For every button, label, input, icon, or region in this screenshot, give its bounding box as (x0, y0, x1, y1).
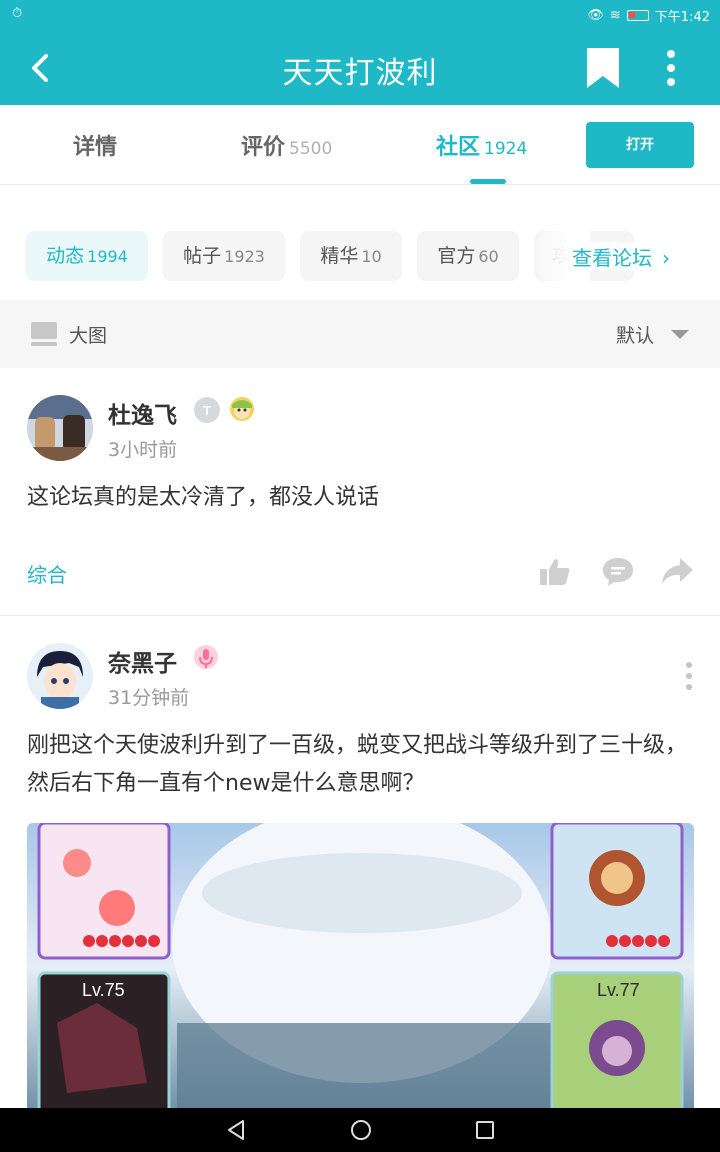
chip-featured[interactable]: 精华 10 (300, 231, 402, 281)
monster-level-right: Lv.77 (597, 980, 640, 1000)
post-body[interactable]: 这论坛真的是太冷清了，都没人说话 (27, 479, 694, 517)
status-icons: 👁 ≋ 下午1:42 (587, 6, 710, 25)
microphone-badge-icon (194, 645, 218, 669)
status-bar: ⏱ 👁 ≋ 下午1:42 (0, 0, 720, 30)
chip-activity[interactable]: 动态 1994 (26, 231, 148, 281)
post-timestamp: 31分钟前 (108, 687, 190, 709)
view-forum-link[interactable]: 查看论坛 › (572, 242, 670, 271)
nav-back-icon[interactable] (225, 1118, 249, 1142)
avatar[interactable] (27, 395, 93, 461)
sort-order-select[interactable]: 默认 (616, 321, 654, 348)
layout-label[interactable]: 大图 (69, 321, 107, 348)
open-app-button[interactable]: 打开 (586, 122, 694, 168)
share-icon[interactable] (660, 556, 694, 586)
post-timestamp: 3小时前 (108, 439, 178, 461)
level-badge-icon: T (194, 397, 220, 423)
active-tab-indicator (470, 179, 506, 184)
battery-icon (626, 10, 649, 21)
sort-bar: 大图 默认 (0, 300, 720, 368)
eye-icon: 👁 (587, 8, 604, 23)
svg-text:T: T (203, 403, 211, 418)
nav-home-icon[interactable] (349, 1118, 373, 1142)
post-username[interactable]: 奈黑子 (108, 644, 177, 678)
thumbs-up-icon[interactable] (538, 557, 572, 587)
post-card[interactable]: 杜逸飞 T 3小时前 这论坛真的是太冷清了，都没人说话 综合 (0, 368, 720, 616)
chip-posts[interactable]: 帖子 1923 (163, 231, 285, 281)
post-username[interactable]: 杜逸飞 (108, 396, 177, 430)
character-badge-icon (230, 397, 254, 421)
alarm-icon: ⏱ (12, 6, 23, 21)
tab-reviews[interactable]: 评价 5500 (241, 129, 332, 161)
post-body[interactable]: 刚把这个天使波利升到了一百级，蜕变又把战斗等级升到了三十级，然后右下角一直有个n… (27, 727, 694, 803)
more-options-icon[interactable] (656, 46, 686, 90)
chevron-right-icon: › (662, 246, 670, 270)
filter-chip-row: 动态1994 帖子1923 精华10 官方60 攻 查看论坛› (0, 230, 720, 282)
post-more-icon[interactable] (674, 661, 704, 691)
tab-row: 详情 评价 5500 社区 1924 打开 (0, 105, 720, 185)
system-nav-bar (0, 1108, 720, 1152)
nav-recents-icon[interactable] (473, 1118, 497, 1142)
bookmark-icon[interactable] (582, 46, 624, 90)
avatar[interactable] (27, 643, 93, 709)
chip-official[interactable]: 官方 60 (417, 231, 519, 281)
post-card[interactable]: 奈黑子 31分钟前 刚把这个天使波利升到了一百级，蜕变又把战斗等级升到了三十级，… (0, 617, 720, 1113)
tab-details[interactable]: 详情 (73, 129, 117, 161)
status-time: 下午1:42 (654, 10, 710, 25)
monster-level-left: Lv.75 (82, 980, 125, 1000)
caret-down-icon[interactable] (671, 330, 689, 339)
app-bar: 天天打波利 (0, 30, 720, 105)
post-image[interactable]: Lv.75 Lv.77 (27, 823, 694, 1113)
comment-icon[interactable] (601, 556, 635, 586)
post-category-tag[interactable]: 综合 (27, 559, 67, 588)
wifi-icon: ≋ (609, 8, 621, 23)
tab-community[interactable]: 社区 1924 (436, 129, 527, 161)
large-image-layout-icon[interactable] (31, 321, 57, 347)
